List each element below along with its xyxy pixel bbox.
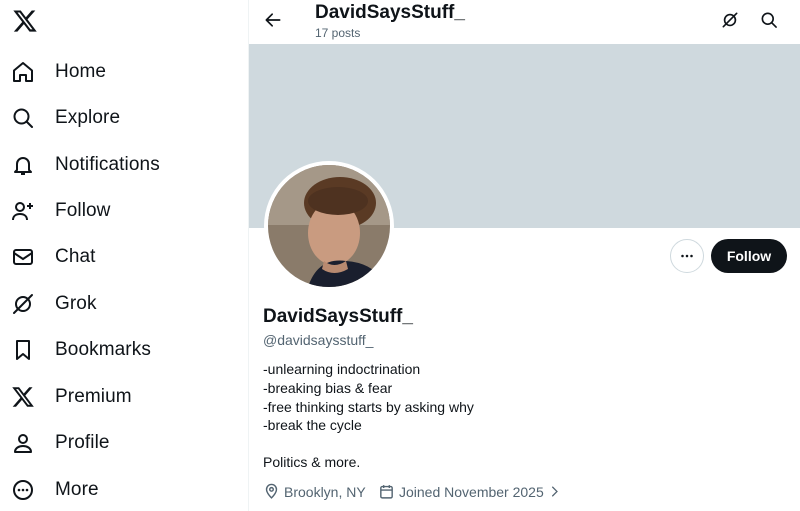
bookmark-icon [10, 337, 36, 363]
chevron-right-icon [551, 486, 558, 497]
sidebar-item-label: Premium [55, 386, 132, 407]
sidebar-item-label: Bookmarks [55, 339, 151, 360]
search-icon [10, 105, 36, 131]
location-text: Brooklyn, NY [284, 483, 366, 500]
sidebar-item-chat[interactable]: Chat [10, 237, 96, 277]
envelope-icon [10, 244, 36, 270]
more-circle-icon [10, 477, 36, 503]
sidebar-item-label: Grok [55, 293, 97, 314]
handle: @davidsaysstuff_ [263, 332, 374, 348]
profile-main: DavidSaysStuff_ 17 posts Follow DavidSay… [249, 0, 800, 511]
search-icon[interactable] [757, 8, 781, 32]
sidebar-item-grok[interactable]: Grok [10, 284, 97, 324]
joined-date[interactable]: Joined November 2025 [378, 483, 566, 500]
sidebar-item-profile[interactable]: Profile [10, 423, 110, 463]
location-pin-icon [265, 483, 278, 499]
person-icon [10, 430, 36, 456]
sidebar-item-label: Home [55, 61, 107, 82]
more-options-button[interactable] [670, 239, 704, 273]
grok-icon [10, 291, 36, 317]
bio-line: -break the cycle [263, 417, 362, 433]
follow-button[interactable]: Follow [711, 239, 787, 273]
sidebar-item-explore[interactable]: Explore [10, 98, 120, 138]
location: Brooklyn, NY [263, 483, 366, 500]
sidebar-item-bookmarks[interactable]: Bookmarks [10, 330, 151, 370]
sidebar-item-notifications[interactable]: Notifications [10, 145, 160, 185]
ellipsis-icon [681, 254, 693, 258]
header-title: DavidSaysStuff_ [315, 2, 465, 23]
person-add-icon [10, 198, 36, 224]
sidebar-item-follow[interactable]: Follow [10, 191, 111, 231]
x-logo-icon [10, 384, 36, 410]
bio-line: -unlearning indoctrination [263, 361, 421, 377]
x-logo-icon[interactable] [12, 8, 38, 34]
sidebar-item-label: Explore [55, 107, 121, 128]
sidebar: Home Explore Notifications Follow Chat G… [0, 0, 248, 511]
sidebar-item-label: Profile [55, 432, 110, 453]
sidebar-item-premium[interactable]: Premium [10, 377, 132, 417]
sidebar-item-label: Chat [55, 246, 96, 267]
bio-line: Politics & more. [263, 454, 361, 470]
avatar-photo [268, 165, 390, 287]
profile-header: DavidSaysStuff_ 17 posts [249, 0, 800, 44]
sidebar-item-label: Follow [55, 200, 111, 221]
grok-icon[interactable] [718, 8, 742, 32]
home-icon [10, 59, 36, 85]
bio-line: -breaking bias & fear [263, 380, 393, 396]
joined-text: Joined November 2025 [399, 483, 544, 500]
sidebar-item-label: More [55, 479, 99, 500]
post-count: 17 posts [315, 26, 361, 40]
avatar[interactable] [264, 161, 394, 291]
sidebar-item-home[interactable]: Home [10, 52, 106, 92]
bell-icon [10, 152, 36, 178]
back-button[interactable] [261, 8, 285, 32]
bio-line: -free thinking starts by asking why [263, 399, 474, 415]
sidebar-item-more[interactable]: More [10, 470, 99, 510]
display-name: DavidSaysStuff_ [263, 306, 413, 327]
calendar-icon [380, 485, 393, 499]
sidebar-item-label: Notifications [55, 154, 160, 175]
